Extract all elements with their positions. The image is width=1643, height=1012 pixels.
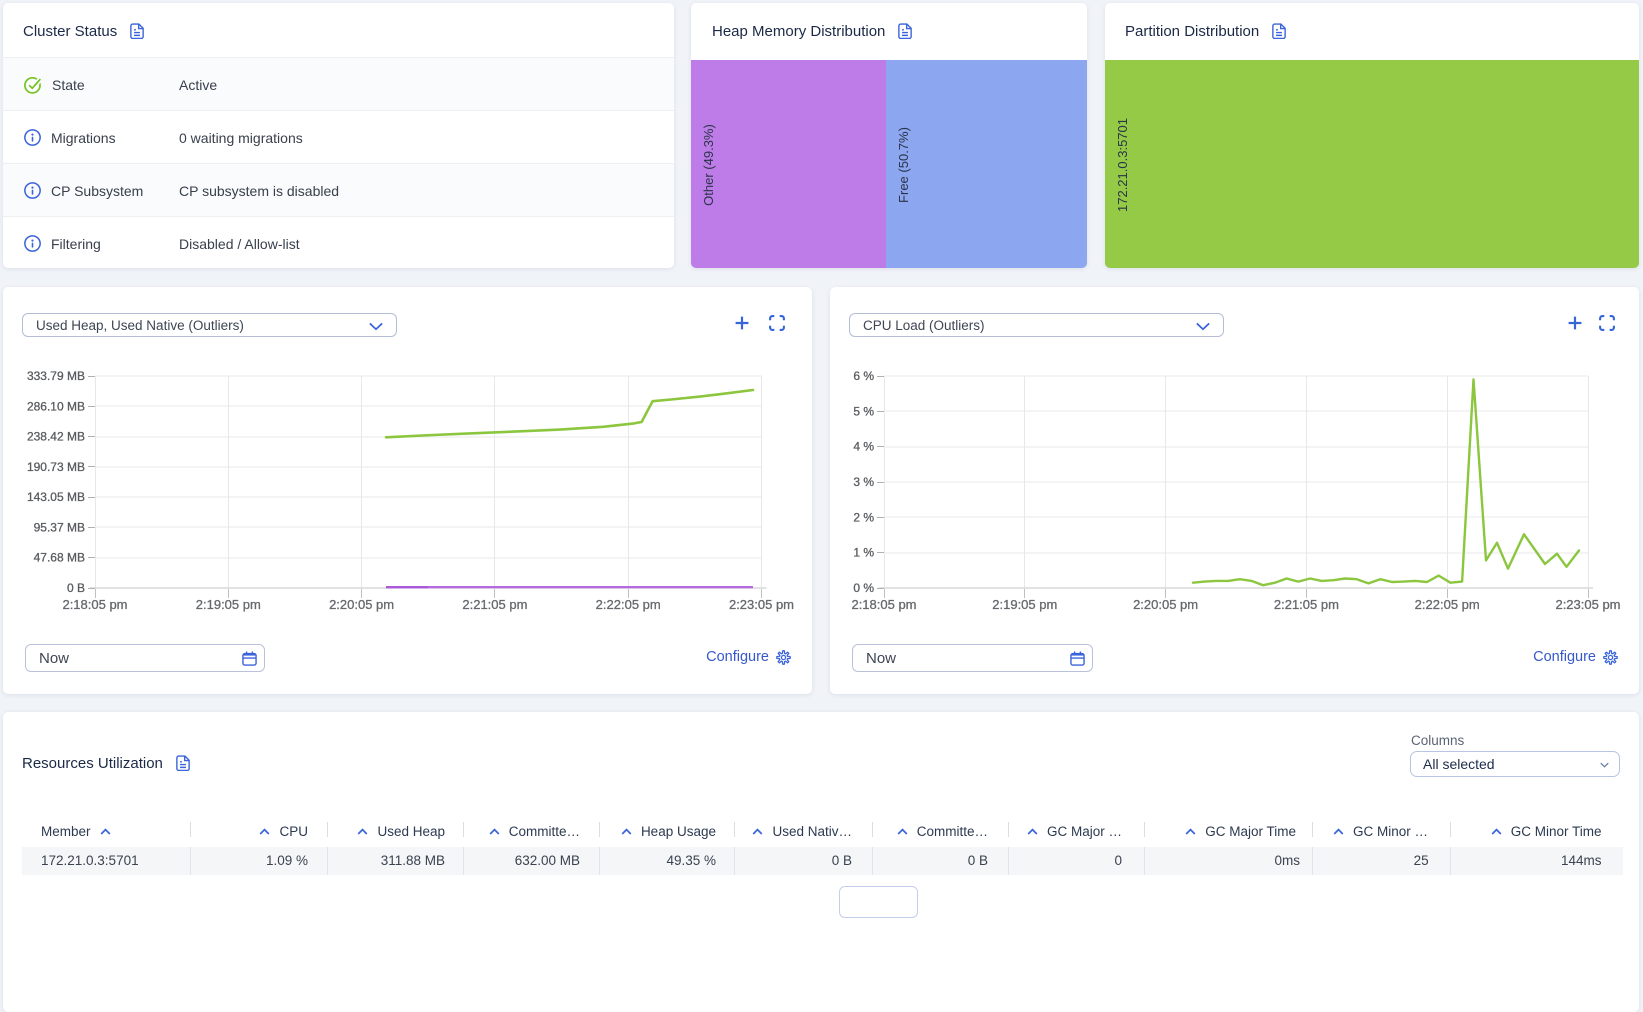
svg-text:1 %: 1 % xyxy=(853,546,874,560)
svg-text:2:21:05 pm: 2:21:05 pm xyxy=(462,597,527,612)
svg-text:2:21:05 pm: 2:21:05 pm xyxy=(1274,597,1339,612)
svg-text:2:19:05 pm: 2:19:05 pm xyxy=(992,597,1057,612)
svg-text:2:18:05 pm: 2:18:05 pm xyxy=(851,597,916,612)
svg-text:0 B: 0 B xyxy=(67,581,85,595)
svg-text:0 %: 0 % xyxy=(853,581,874,595)
svg-text:47.68 MB: 47.68 MB xyxy=(34,551,85,565)
svg-text:238.42 MB: 238.42 MB xyxy=(27,430,85,444)
svg-text:5 %: 5 % xyxy=(853,404,874,418)
svg-text:190.73 MB: 190.73 MB xyxy=(27,460,85,474)
svg-text:2:20:05 pm: 2:20:05 pm xyxy=(329,597,394,612)
svg-text:2:18:05 pm: 2:18:05 pm xyxy=(62,597,127,612)
svg-text:143.05 MB: 143.05 MB xyxy=(27,490,85,504)
svg-text:95.37 MB: 95.37 MB xyxy=(34,520,85,534)
svg-text:2:20:05 pm: 2:20:05 pm xyxy=(1133,597,1198,612)
svg-text:4 %: 4 % xyxy=(853,440,874,454)
svg-text:6 %: 6 % xyxy=(853,369,874,383)
svg-text:3 %: 3 % xyxy=(853,475,874,489)
svg-text:2 %: 2 % xyxy=(853,510,874,524)
svg-text:2:22:05 pm: 2:22:05 pm xyxy=(596,597,661,612)
svg-text:333.79 MB: 333.79 MB xyxy=(27,369,85,383)
svg-text:286.10 MB: 286.10 MB xyxy=(27,399,85,413)
svg-text:2:23:05 pm: 2:23:05 pm xyxy=(729,597,794,612)
svg-text:2:23:05 pm: 2:23:05 pm xyxy=(1555,597,1620,612)
svg-text:2:22:05 pm: 2:22:05 pm xyxy=(1415,597,1480,612)
svg-text:2:19:05 pm: 2:19:05 pm xyxy=(196,597,261,612)
